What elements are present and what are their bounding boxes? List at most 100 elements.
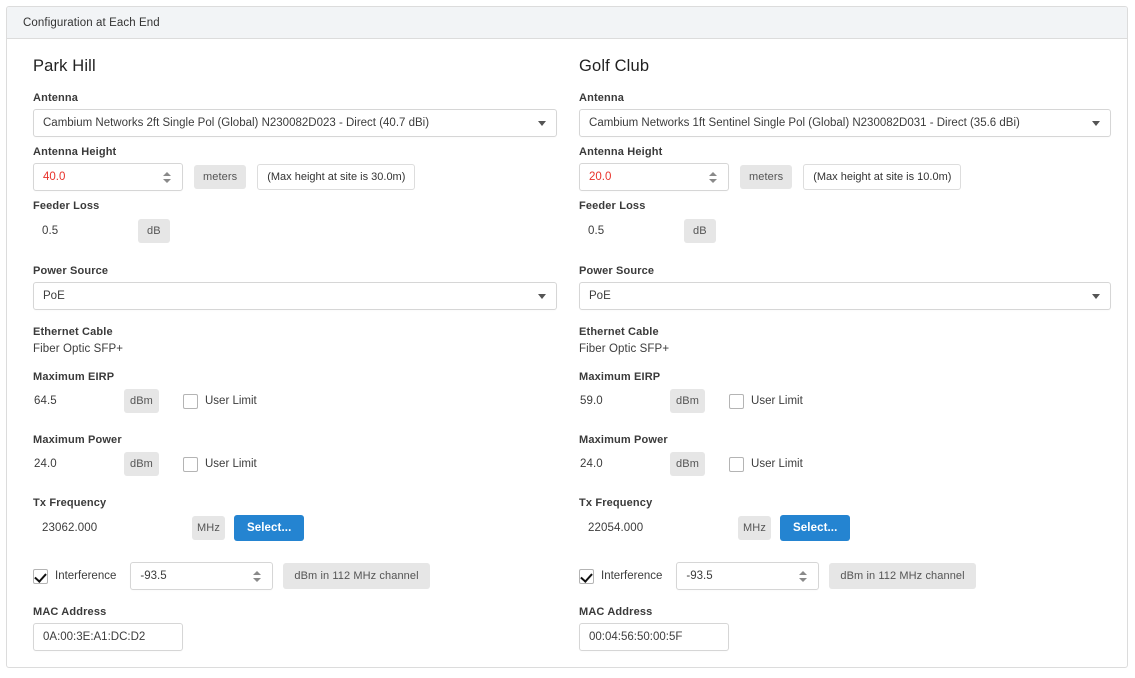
- chevron-down-icon: [1092, 293, 1101, 299]
- maximum-power-user-limit-label-1: User Limit: [751, 458, 803, 470]
- mac-address-value-1: 00:04:56:50:00:5F: [589, 631, 683, 643]
- tx-frequency-value-0: 23062.000: [42, 522, 98, 534]
- tx-frequency-unit-badge-1: MHz: [738, 516, 772, 540]
- interference-label-0: Interference: [55, 570, 117, 582]
- maximum-power-unit-badge-1: dBm: [670, 452, 706, 476]
- antenna-label-0: Antenna: [33, 92, 79, 104]
- feeder-loss-row-1: 0.5 dB: [579, 217, 1127, 245]
- interference-value-1: -93.5: [686, 570, 713, 582]
- power-source-select-0[interactable]: PoE: [33, 282, 557, 310]
- configuration-panel: Configuration at Each End Park Hill Ante…: [6, 6, 1128, 668]
- antenna-height-stepper-1[interactable]: [704, 171, 722, 183]
- antenna-height-value-0: 40.0: [43, 171, 66, 183]
- interference-unit-badge-1: dBm in 112 MHz channel: [829, 563, 976, 589]
- caret-up-icon: [253, 570, 262, 575]
- interference-row-0: Interference -93.5 dBm in 112 MHz channe…: [33, 562, 567, 590]
- maximum-power-value-0: 24.0: [34, 458, 57, 470]
- maximum-eirp-label-1: Maximum EIRP: [579, 371, 661, 383]
- maximum-eirp-user-limit-checkbox-1[interactable]: [729, 393, 745, 409]
- maximum-eirp-label-0: Maximum EIRP: [33, 371, 115, 383]
- mac-address-input-1[interactable]: 00:04:56:50:00:5F: [579, 623, 730, 651]
- antenna-label-1: Antenna: [579, 92, 625, 104]
- maximum-eirp-unit-badge-1: dBm: [670, 389, 706, 413]
- tx-frequency-unit-badge-0: MHz: [192, 516, 225, 540]
- caret-down-icon: [799, 577, 808, 582]
- chevron-down-icon: [538, 293, 546, 299]
- antenna-height-label-1: Antenna Height: [579, 146, 663, 158]
- mac-address-value-0: 0A:00:3E:A1:DC:D2: [43, 631, 146, 643]
- chevron-down-icon: [538, 120, 546, 126]
- ethernet-cable-value-0: Fiber Optic SFP+: [33, 343, 124, 355]
- power-source-select-value-0: PoE: [43, 290, 65, 302]
- tx-frequency-row-0: 23062.000 MHz Select...: [33, 514, 567, 542]
- maximum-eirp-user-limit-label-0: User Limit: [205, 395, 257, 407]
- feeder-loss-row-0: 0.5 dB: [33, 217, 567, 245]
- feeder-loss-unit-badge-1: dB: [684, 219, 716, 243]
- maximum-power-unit-badge-0: dBm: [124, 452, 159, 476]
- interference-unit-badge-0: dBm in 112 MHz channel: [283, 563, 430, 589]
- interference-checkbox-1[interactable]: [579, 568, 595, 584]
- feeder-loss-value-1: 0.5: [588, 225, 605, 237]
- caret-down-icon: [163, 178, 171, 183]
- maximum-power-user-limit-checkbox-1[interactable]: [729, 456, 745, 472]
- power-source-label-0: Power Source: [33, 265, 109, 277]
- ethernet-cable-value-1: Fiber Optic SFP+: [579, 343, 670, 355]
- antenna-select-0[interactable]: Cambium Networks 2ft Single Pol (Global)…: [33, 109, 557, 137]
- antenna-select-value-1: Cambium Networks 1ft Sentinel Single Pol…: [589, 117, 1020, 129]
- tx-frequency-select-button-1[interactable]: Select...: [780, 515, 851, 541]
- interference-input-1[interactable]: -93.5: [676, 562, 820, 590]
- maximum-eirp-row-0: 64.5 dBm User Limit: [33, 388, 567, 414]
- antenna-height-hint-1: (Max height at site is 10.0m): [803, 164, 962, 190]
- end-column-0: Park Hill Antenna Cambium Networks 2ft S…: [7, 39, 567, 667]
- antenna-height-row-0: 40.0 meters (Max height at site is 30.0m…: [33, 163, 567, 191]
- tx-frequency-row-1: 22054.000 MHz Select...: [579, 514, 1127, 542]
- maximum-eirp-user-limit-checkbox-0[interactable]: [183, 393, 198, 409]
- interference-stepper-1[interactable]: [794, 570, 812, 582]
- mac-address-input-0[interactable]: 0A:00:3E:A1:DC:D2: [33, 623, 183, 651]
- tx-frequency-value-1: 22054.000: [588, 522, 644, 534]
- tx-frequency-select-button-0[interactable]: Select...: [234, 515, 305, 541]
- antenna-select-1[interactable]: Cambium Networks 1ft Sentinel Single Pol…: [579, 109, 1112, 137]
- feeder-loss-value-0: 0.5: [42, 225, 59, 237]
- antenna-height-label-0: Antenna Height: [33, 146, 117, 158]
- caret-up-icon: [799, 570, 808, 575]
- interference-input-0[interactable]: -93.5: [130, 562, 274, 590]
- caret-down-icon: [253, 577, 262, 582]
- power-source-label-1: Power Source: [579, 265, 655, 277]
- chevron-down-icon: [1092, 120, 1101, 126]
- interference-checkbox-0[interactable]: [33, 568, 48, 584]
- antenna-height-unit-badge-1: meters: [740, 165, 793, 189]
- antenna-height-hint-0: (Max height at site is 30.0m): [257, 164, 416, 190]
- antenna-height-input-1[interactable]: 20.0: [579, 163, 730, 191]
- maximum-power-value-1: 24.0: [580, 458, 603, 470]
- tx-frequency-label-0: Tx Frequency: [33, 497, 107, 509]
- antenna-height-unit-badge-0: meters: [194, 165, 247, 189]
- maximum-power-row-0: 24.0 dBm User Limit: [33, 451, 567, 477]
- end-column-1: Golf Club Antenna Cambium Networks 1ft S…: [567, 39, 1127, 667]
- maximum-eirp-unit-badge-0: dBm: [124, 389, 159, 413]
- antenna-height-value-1: 20.0: [589, 171, 612, 183]
- antenna-height-input-0[interactable]: 40.0: [33, 163, 183, 191]
- caret-down-icon: [709, 178, 718, 183]
- maximum-power-user-limit-checkbox-0[interactable]: [183, 456, 198, 472]
- mac-address-label-0: MAC Address: [33, 606, 107, 618]
- maximum-power-label-0: Maximum Power: [33, 434, 122, 446]
- maximum-power-row-1: 24.0 dBm User Limit: [579, 451, 1127, 477]
- mac-address-label-1: MAC Address: [579, 606, 653, 618]
- interference-stepper-0[interactable]: [248, 570, 266, 582]
- panel-body: Park Hill Antenna Cambium Networks 2ft S…: [7, 39, 1127, 667]
- antenna-height-stepper-0[interactable]: [158, 171, 176, 183]
- maximum-power-label-1: Maximum Power: [579, 434, 668, 446]
- maximum-eirp-value-0: 64.5: [34, 395, 57, 407]
- site-title-1: Golf Club: [579, 57, 650, 75]
- maximum-power-user-limit-label-0: User Limit: [205, 458, 257, 470]
- maximum-eirp-value-1: 59.0: [580, 395, 603, 407]
- panel-header: Configuration at Each End: [7, 7, 1127, 39]
- antenna-height-row-1: 20.0 meters (Max height at site is 10.0m…: [579, 163, 1127, 191]
- ethernet-cable-label-0: Ethernet Cable: [33, 326, 113, 338]
- power-source-select-1[interactable]: PoE: [579, 282, 1112, 310]
- feeder-loss-label-0: Feeder Loss: [33, 200, 100, 212]
- feeder-loss-label-1: Feeder Loss: [579, 200, 646, 212]
- interference-value-0: -93.5: [140, 570, 167, 582]
- feeder-loss-unit-badge-0: dB: [138, 219, 170, 243]
